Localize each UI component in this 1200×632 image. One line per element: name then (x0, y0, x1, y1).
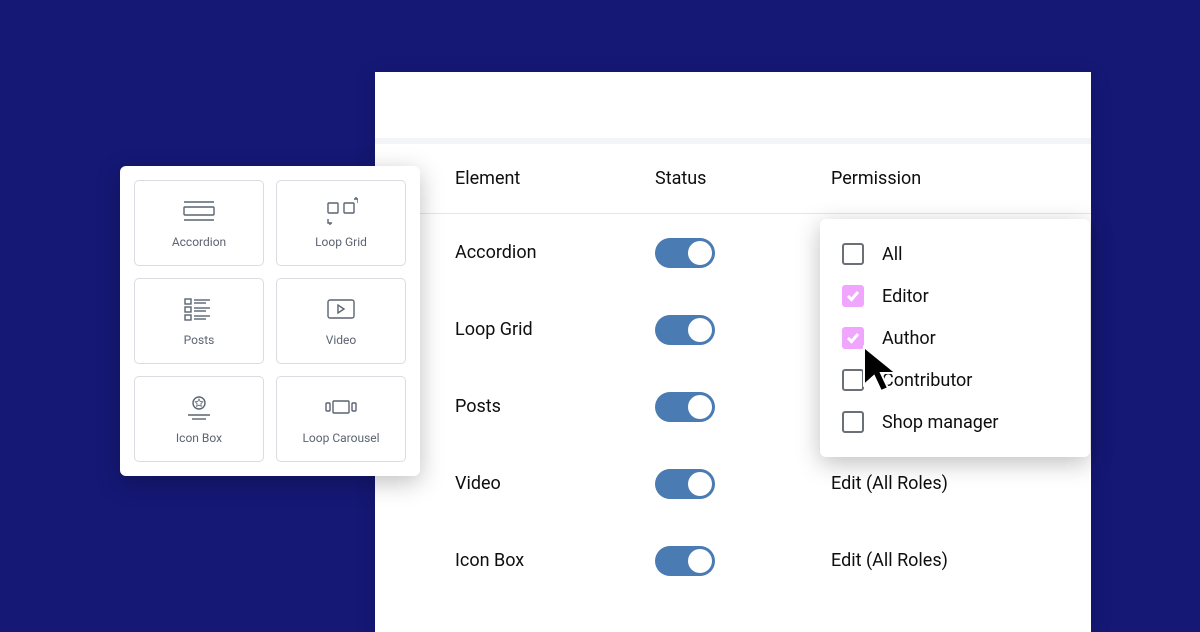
element-name: Posts (455, 396, 655, 417)
permission-option-label: Shop manager (882, 412, 999, 433)
permission-option-label: Author (882, 328, 936, 349)
widget-posts[interactable]: Posts (134, 278, 264, 364)
status-toggle[interactable] (655, 469, 715, 499)
status-toggle[interactable] (655, 392, 715, 422)
widget-label: Loop Carousel (302, 431, 379, 445)
video-icon (324, 295, 358, 323)
header-permission: Permission (831, 168, 1021, 189)
posts-icon (182, 295, 216, 323)
permission-value[interactable]: Edit (All Roles) (831, 473, 1021, 494)
widget-label: Video (326, 333, 357, 347)
widget-video[interactable]: Video (276, 278, 406, 364)
element-name: Video (455, 473, 655, 494)
header-element: Element (455, 168, 655, 189)
permission-dropdown: All Editor Author Contributor Shop manag… (820, 219, 1090, 457)
status-toggle[interactable] (655, 546, 715, 576)
checkbox-unchecked-icon[interactable] (842, 243, 864, 265)
accordion-icon (182, 197, 216, 225)
widget-accordion[interactable]: Accordion (134, 180, 264, 266)
permission-option[interactable]: Contributor (820, 359, 1090, 401)
status-toggle[interactable] (655, 315, 715, 345)
permission-value[interactable]: Edit (All Roles) (831, 550, 1021, 571)
widgets-palette: Accordion Loop Grid Posts Video Icon Box (120, 166, 420, 476)
element-name: Accordion (455, 242, 655, 263)
element-name: Loop Grid (455, 319, 655, 340)
widget-label: Loop Grid (315, 235, 367, 249)
permission-option-label: All (882, 244, 903, 265)
loop-carousel-icon (324, 393, 358, 421)
widget-loop-carousel[interactable]: Loop Carousel (276, 376, 406, 462)
widget-loop-grid[interactable]: Loop Grid (276, 180, 406, 266)
permission-option[interactable]: All (820, 233, 1090, 275)
widget-icon-box[interactable]: Icon Box (134, 376, 264, 462)
table-header-row: Element Status Permission (375, 144, 1091, 214)
element-name: Icon Box (455, 550, 655, 571)
checkbox-unchecked-icon[interactable] (842, 411, 864, 433)
checkbox-unchecked-icon[interactable] (842, 369, 864, 391)
permission-option[interactable]: Author (820, 317, 1090, 359)
checkbox-checked-icon[interactable] (842, 327, 864, 349)
widget-label: Icon Box (176, 431, 222, 445)
permission-option[interactable]: Shop manager (820, 401, 1090, 443)
widget-label: Accordion (172, 235, 226, 249)
table-row: Icon Box Edit (All Roles) (455, 522, 1021, 599)
checkbox-checked-icon[interactable] (842, 285, 864, 307)
status-toggle[interactable] (655, 238, 715, 268)
header-status: Status (655, 168, 831, 189)
icon-box-icon (182, 393, 216, 421)
panel-topbar (375, 72, 1091, 144)
widget-label: Posts (184, 333, 215, 347)
permission-option-label: Contributor (882, 370, 972, 391)
permission-option-label: Editor (882, 286, 929, 307)
permission-option[interactable]: Editor (820, 275, 1090, 317)
loop-grid-icon (324, 197, 358, 225)
